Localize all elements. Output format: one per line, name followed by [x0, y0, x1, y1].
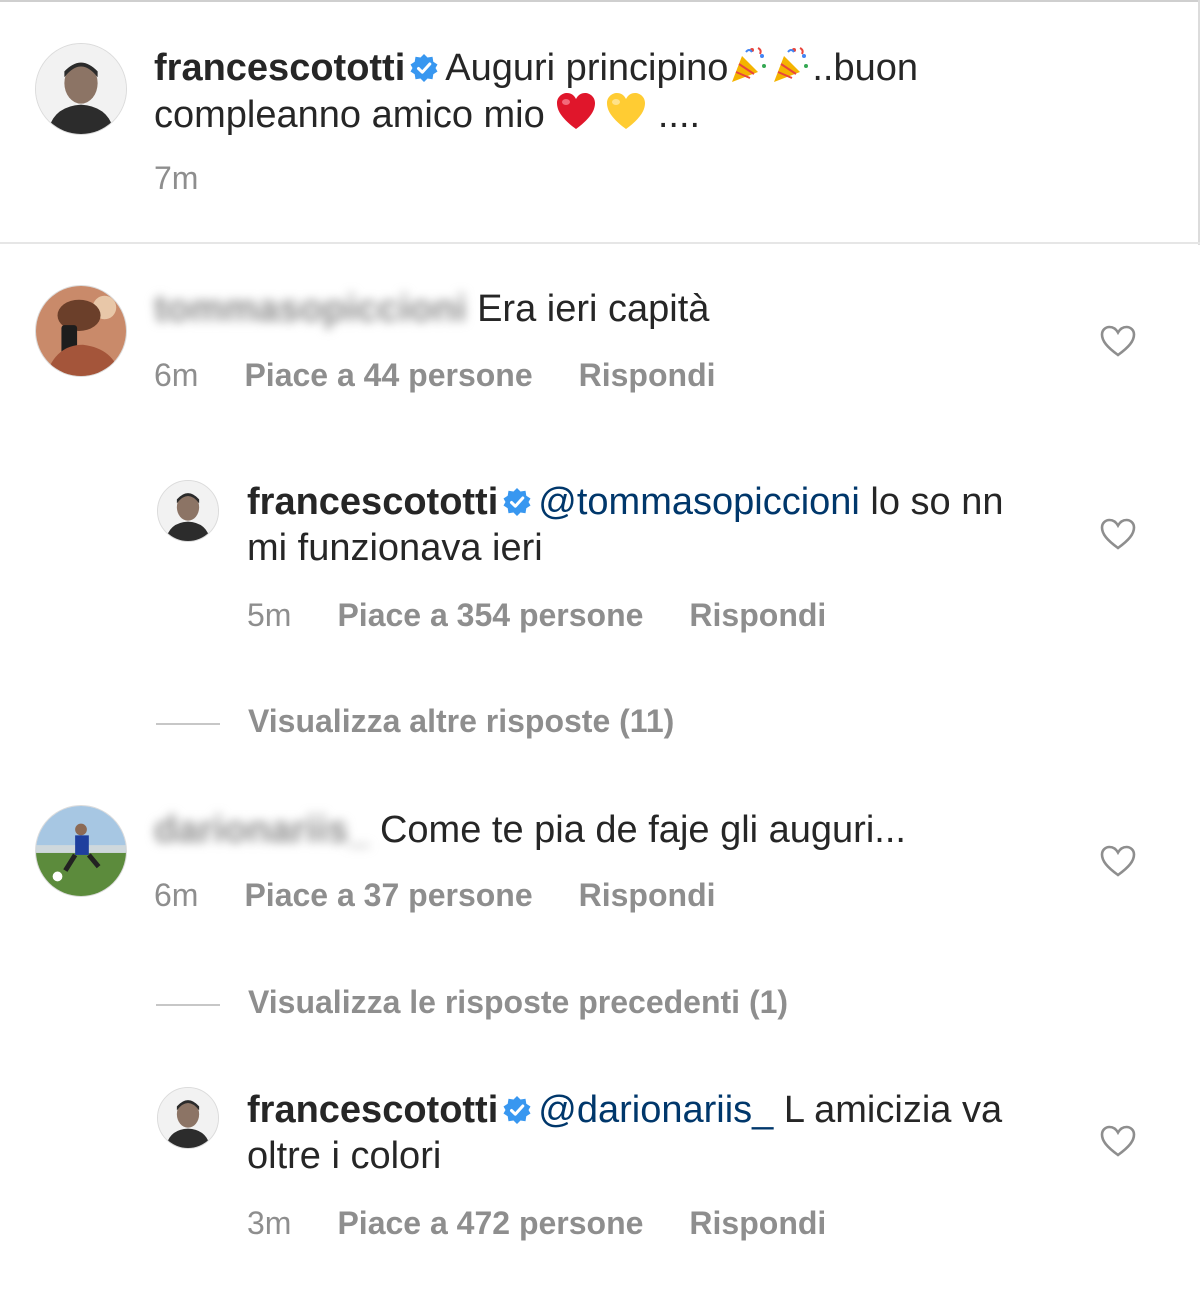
comment-2-likes[interactable]: Piace a 37 persone	[244, 877, 532, 913]
reply-1-reply-button[interactable]: Rispondi	[689, 597, 826, 633]
party-popper-icon	[728, 44, 770, 86]
view-more-replies-label: Visualizza altre risposte (11)	[248, 703, 675, 739]
reply-1-meta: 5m Piace a 354 persone Rispondi	[247, 597, 826, 634]
caption-time: 7m	[154, 160, 199, 196]
comment-1-body: Era ieri capità	[477, 288, 710, 330]
verified-badge-icon	[502, 487, 532, 517]
comment-2-meta: 6m Piace a 37 persone Rispondi	[154, 877, 716, 914]
dash-line	[156, 722, 220, 725]
avatar-francescototti[interactable]	[35, 43, 127, 135]
reply-1-username[interactable]: francescototti	[247, 481, 498, 523]
heart-outline-icon[interactable]	[1099, 1124, 1137, 1158]
caption-text-part3: ....	[657, 94, 701, 136]
reply-2-meta: 3m Piace a 472 persone Rispondi	[247, 1205, 826, 1242]
reply-2-text: francescototti @darionariis_ L amicizia v…	[247, 1087, 1047, 1179]
top-border	[0, 0, 1200, 2]
avatar-francescototti-reply[interactable]	[157, 1087, 219, 1149]
view-previous-replies-label: Visualizza le risposte precedenti (1)	[248, 984, 789, 1020]
view-more-replies-button[interactable]: Visualizza altre risposte (11)	[156, 703, 674, 740]
comment-1-username[interactable]: tommasopiccioni	[154, 288, 467, 330]
heart-outline-icon[interactable]	[1099, 844, 1137, 878]
reply-1-time: 5m	[247, 597, 292, 633]
yellow-heart-emoji	[605, 91, 647, 133]
avatar-image	[158, 1088, 218, 1148]
red-heart-emoji	[555, 91, 597, 133]
avatar-image	[36, 286, 126, 376]
caption-meta: 7m	[154, 160, 244, 197]
reply-1-text: francescototti @tommasopiccioni lo so nn …	[247, 479, 1047, 571]
comment-2-reply-button[interactable]: Rispondi	[579, 877, 716, 913]
party-popper-icon	[770, 44, 812, 86]
reply-2-likes[interactable]: Piace a 472 persone	[337, 1205, 643, 1241]
comment-1-time: 6m	[154, 357, 199, 393]
comment-2-text: darionariis_ Come te pia de faje gli aug…	[154, 807, 1054, 853]
reply-2-username[interactable]: francescototti	[247, 1089, 498, 1131]
comment-1-text: tommasopiccioni Era ieri capità	[154, 286, 1054, 332]
avatar-image	[36, 44, 126, 134]
caption-username[interactable]: francescototti	[154, 47, 405, 89]
comment-1-likes[interactable]: Piace a 44 persone	[244, 357, 532, 393]
heart-outline-icon[interactable]	[1099, 517, 1137, 551]
comment-2-body: Come te pia de faje gli auguri...	[379, 809, 906, 851]
comment-1-reply-button[interactable]: Rispondi	[579, 357, 716, 393]
heart-outline-icon[interactable]	[1099, 324, 1137, 358]
view-previous-replies-button[interactable]: Visualizza le risposte precedenti (1)	[156, 984, 788, 1021]
avatar-francescototti-reply[interactable]	[157, 480, 219, 542]
reply-1-mention[interactable]: @tommasopiccioni	[538, 481, 860, 523]
dash-line	[156, 1003, 220, 1006]
reply-2-time: 3m	[247, 1205, 292, 1241]
reply-1-likes[interactable]: Piace a 354 persone	[337, 597, 643, 633]
avatar-darionariis[interactable]	[35, 805, 127, 897]
avatar-image	[158, 481, 218, 541]
comment-1-meta: 6m Piace a 44 persone Rispondi	[154, 357, 716, 394]
divider	[0, 242, 1200, 244]
verified-badge-icon	[502, 1095, 532, 1125]
avatar-image	[36, 806, 126, 896]
reply-2-reply-button[interactable]: Rispondi	[689, 1205, 826, 1241]
comment-2-username[interactable]: darionariis_	[154, 809, 369, 851]
reply-2-mention[interactable]: @darionariis_	[538, 1089, 773, 1131]
verified-badge-icon	[409, 53, 439, 83]
avatar-tommasopiccioni[interactable]	[35, 285, 127, 377]
caption-text: francescototti Auguri principino ..buon co…	[154, 44, 1054, 138]
caption-text-part1: Auguri principino	[445, 47, 729, 89]
comment-2-time: 6m	[154, 877, 199, 913]
